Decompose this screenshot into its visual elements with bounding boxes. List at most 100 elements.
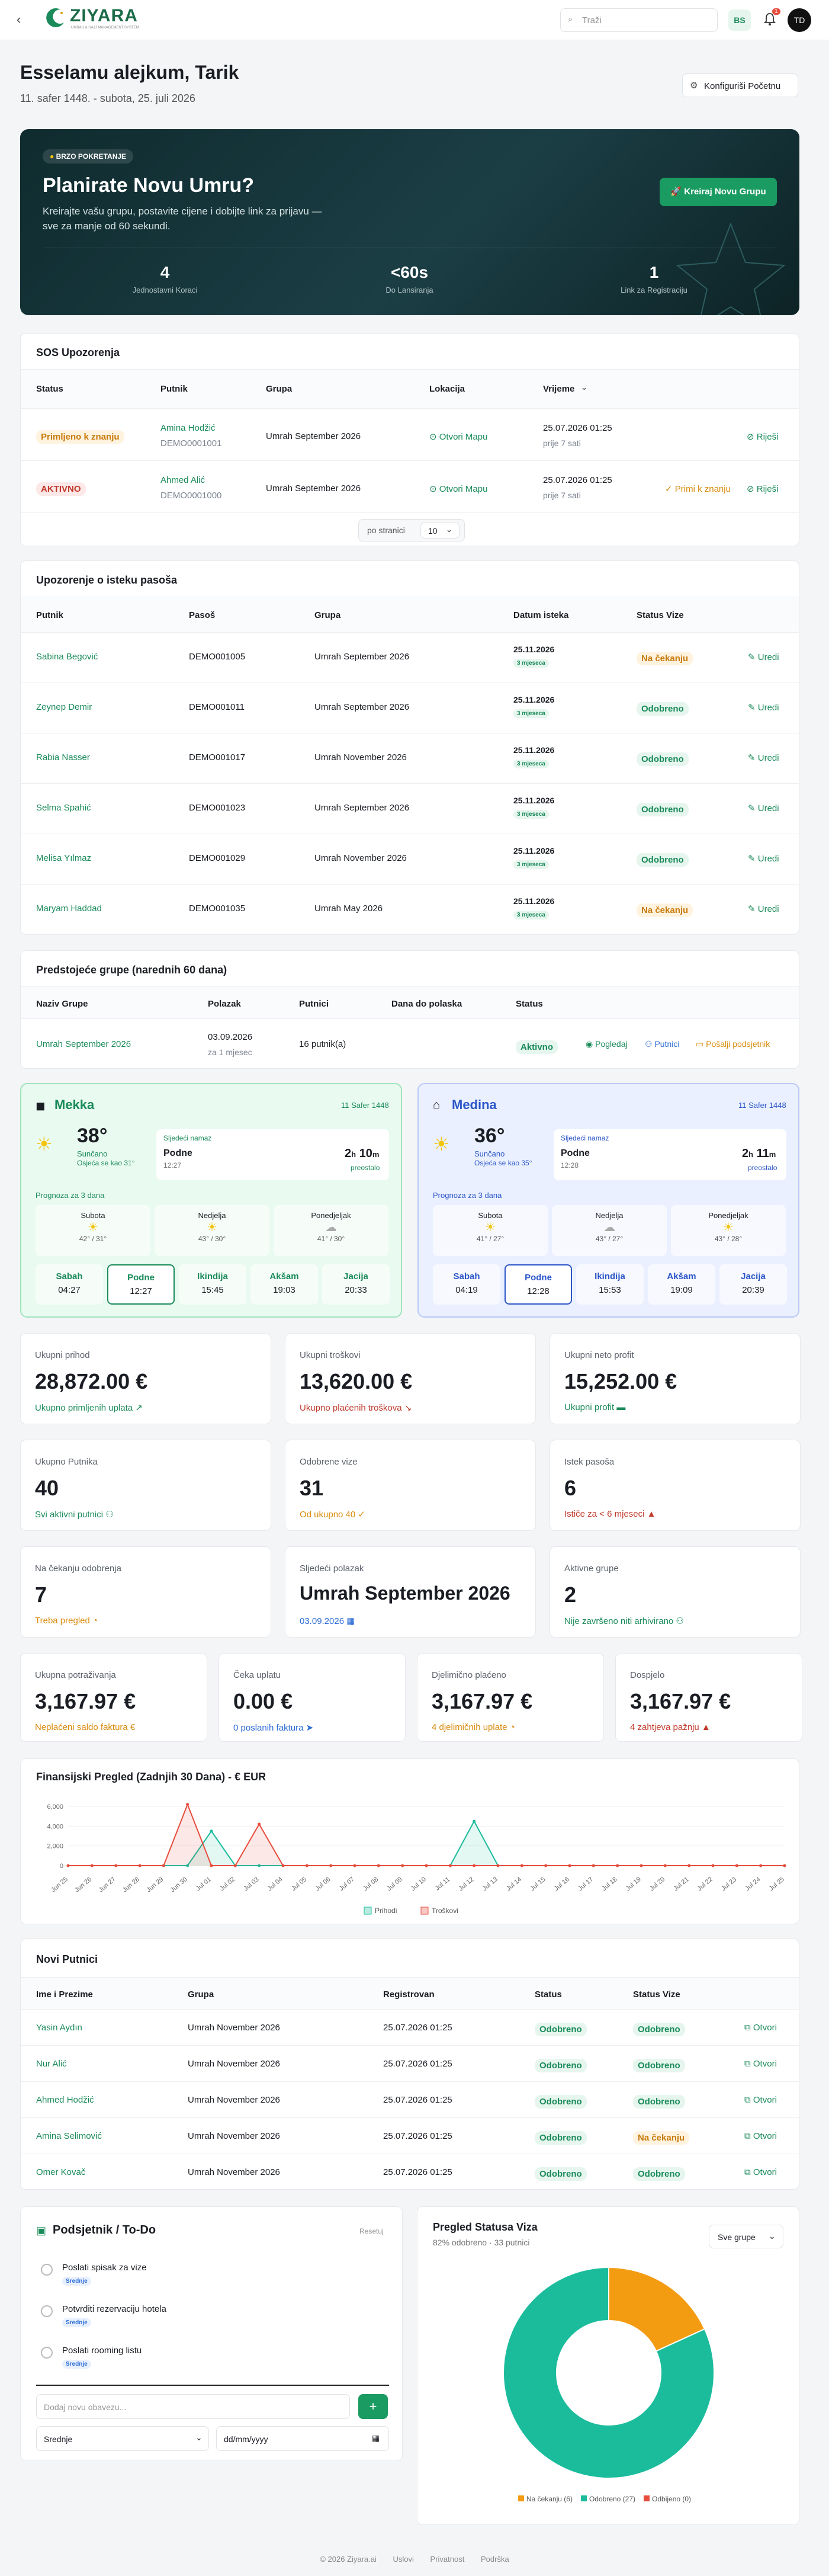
edit-button[interactable]: ✎ Uredi [748, 652, 779, 662]
footer-support-link[interactable]: Podrška [481, 2555, 509, 2564]
passenger-link[interactable]: Rabia Nasser [36, 752, 90, 762]
stat-card: Ukupni troškovi 13,620.00 € Ukupno plaćeni… [285, 1333, 536, 1424]
configure-home-button[interactable]: ⚙ Konfiguriši Početnu [682, 73, 798, 97]
hero-title: Planirate Novu Umru? [43, 174, 255, 197]
todo-checkbox[interactable] [41, 2305, 53, 2317]
status-badge: Odobreno [535, 2023, 587, 2036]
months-badge: 3 mjeseca [513, 709, 549, 718]
passenger-link[interactable]: Ahmed Hodžić [36, 2095, 94, 2105]
expiry-date: 25.11.2026 [513, 846, 555, 856]
reset-button[interactable]: Resetuj [359, 2227, 384, 2235]
passenger-link[interactable]: Amina Hodžić [160, 423, 216, 433]
todo-checkbox[interactable] [41, 2264, 53, 2276]
clock-icon: ◔ [92, 1616, 98, 1626]
open-button[interactable]: ⧉ Otvori [744, 2059, 777, 2069]
send-reminder-button[interactable]: ▭ Pošalji podsjetnik [696, 1039, 770, 1049]
open-map-link[interactable]: ⊙ Otvori Mapu [429, 431, 487, 442]
x-tick-label: Jul 20 [648, 1876, 666, 1892]
data-point [90, 1864, 94, 1867]
prayer-name: Ikindija [595, 1271, 625, 1281]
temperature: 36° [474, 1124, 505, 1147]
edit-button[interactable]: ✎ Uredi [748, 803, 779, 813]
edit-button[interactable]: ✎ Uredi [748, 853, 779, 864]
stat-subtext: Od ukupno 40 [300, 1510, 356, 1520]
todo-checkbox[interactable] [41, 2347, 53, 2359]
status-badge: AKTIVNO [36, 482, 86, 496]
avatar[interactable]: TD [788, 8, 811, 32]
legend-item: Odobreno (27) [580, 2495, 635, 2503]
bell-icon[interactable]: 1 [761, 8, 780, 27]
todo-item: Potvrditi rezervaciju hotela Srednje [36, 2299, 389, 2335]
legend-swatch [644, 2495, 650, 2501]
search-input[interactable]: ⌕ Traži [560, 8, 718, 32]
passenger-link[interactable]: Zeynep Demir [36, 702, 92, 712]
x-tick-label: Jul 01 [195, 1876, 213, 1892]
passenger-link[interactable]: Nur Alić [36, 2059, 67, 2069]
passenger-link[interactable]: Selma Spahić [36, 803, 91, 813]
date-input[interactable]: dd/mm/yyyy ▦ [216, 2426, 389, 2451]
temperature: 38° [77, 1124, 108, 1147]
users-icon: ⚇ [645, 1039, 653, 1049]
stat-value: 3,167.97 € [630, 1689, 731, 1713]
new-passenger-row: Omer Kovač Umrah November 2026 25.07.2026 … [21, 2154, 799, 2189]
hero-stats: 4 Jednostavni Koraci <60s Do Lansiranja 1 L… [43, 263, 777, 299]
sun-icon: ☀ [88, 1221, 98, 1234]
financial-chart-card: Finansijski Pregled (Zadnjih 30 Dana) - … [20, 1758, 799, 1924]
sort-chevron-icon[interactable]: ⌄ [581, 383, 587, 392]
group-name: Umrah September 2026 [314, 652, 410, 662]
group-link[interactable]: Umrah September 2026 [36, 1039, 131, 1049]
open-button[interactable]: ⧉ Otvori [744, 2131, 777, 2141]
stat-value: 6 [564, 1476, 577, 1500]
passenger-link[interactable]: Maryam Haddad [36, 903, 102, 914]
language-switch[interactable]: BS [728, 9, 751, 31]
prayer-name: Akšam [269, 1271, 299, 1281]
back-chevron-icon[interactable]: ‹ [17, 12, 21, 27]
new-passengers-title: Novi Putnici [36, 1953, 98, 1965]
resolve-button[interactable]: ⊘ Riješi [747, 483, 778, 494]
hero-stat-value: <60s [390, 263, 429, 281]
stat-label: Djelimično plaćeno [432, 1670, 506, 1680]
todo-text: Poslati rooming listu [62, 2346, 142, 2356]
edit-button[interactable]: ✎ Uredi [748, 752, 779, 763]
passenger-link[interactable]: Sabina Begović [36, 652, 98, 662]
passenger-link[interactable]: Ahmed Alić [160, 475, 205, 485]
edit-button[interactable]: ✎ Uredi [748, 702, 779, 713]
resolve-button[interactable]: ⊘ Riješi [747, 431, 778, 442]
passenger-link[interactable]: Omer Kovač [36, 2167, 85, 2177]
cloud-icon: ☁ [325, 1221, 337, 1234]
create-group-button[interactable]: 🚀 Kreiraj Novu Grupu [660, 178, 777, 206]
open-button[interactable]: ⧉ Otvori [744, 2095, 777, 2105]
footer-privacy-link[interactable]: Privatnost [430, 2555, 465, 2564]
open-map-link[interactable]: ⊙ Otvori Mapu [429, 483, 487, 494]
legend-label: Troškovi [432, 1907, 458, 1915]
passport-row: Selma Spahić DEMO001023 Umrah September 20… [21, 783, 799, 834]
x-tick-label: Jul 08 [362, 1876, 380, 1892]
add-todo-button[interactable]: + [358, 2394, 388, 2419]
acknowledge-button[interactable]: ✓ Primi k znanju [665, 483, 731, 494]
passenger-link[interactable]: Yasin Aydın [36, 2023, 82, 2033]
stat-card: Ukupni prihod 28,872.00 € Ukupno primljeni… [20, 1333, 271, 1424]
passengers-button[interactable]: ⚇ Putnici [645, 1039, 679, 1049]
view-button[interactable]: ◉ Pogledaj [586, 1039, 628, 1049]
priority-select[interactable]: Srednje ⌄ [36, 2426, 209, 2451]
new-todo-input[interactable]: Dodaj novu obavezu... [36, 2394, 350, 2419]
visa-title: Pregled Statusa Viza [433, 2221, 538, 2233]
forecast-title: Prognoza za 3 dana [36, 1191, 105, 1200]
per-page-select[interactable]: 10 ⌄ [420, 522, 460, 539]
group-filter-select[interactable]: Sve grupe ⌄ [709, 2225, 783, 2248]
registered-date: 25.07.2026 01:25 [383, 2131, 452, 2141]
prayer-time-podne: Podne 12:27 [107, 1264, 175, 1305]
forecast-day: Nedjelja ☁ 43° / 27° [552, 1205, 667, 1256]
hijri-date: 11 Safer 1448 [341, 1101, 389, 1110]
footer-terms-link[interactable]: Uslovi [393, 2555, 414, 2564]
open-button[interactable]: ⧉ Otvori [744, 2167, 777, 2177]
calendar-icon: ▦ [372, 2433, 380, 2443]
next-prayer-box: Sljedeći namaz Podne 12:27 2h 10m preostalo [156, 1129, 389, 1180]
passenger-link[interactable]: Melisa Yılmaz [36, 853, 91, 863]
todo-item: Poslati spisak za vize Srednje [36, 2258, 389, 2293]
passenger-link[interactable]: Amina Selimović [36, 2131, 102, 2141]
edit-button[interactable]: ✎ Uredi [748, 903, 779, 914]
open-button[interactable]: ⧉ Otvori [744, 2023, 777, 2033]
forecast-range: 43° / 30° [198, 1235, 226, 1243]
data-point [544, 1864, 548, 1867]
